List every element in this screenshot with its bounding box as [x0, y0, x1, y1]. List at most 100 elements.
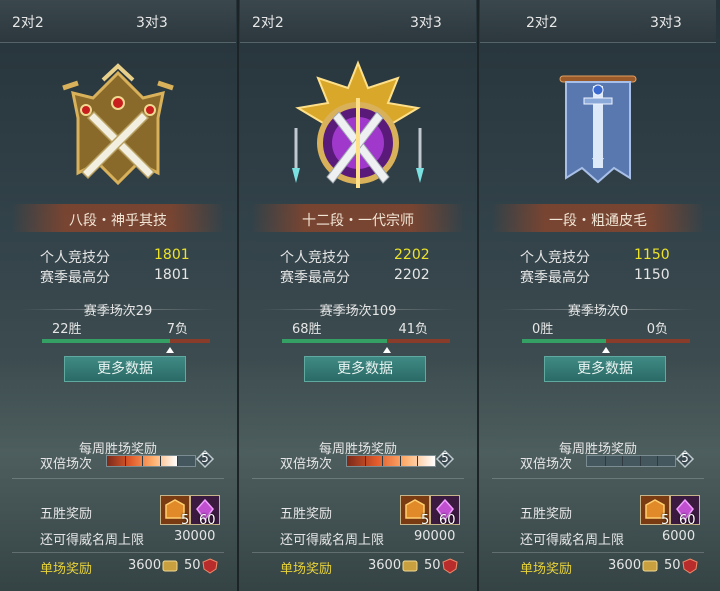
five-win-label: 五胜奖励: [520, 507, 573, 522]
score-label: 个人竞技分: [40, 250, 110, 266]
tab-3v3[interactable]: 3对3: [136, 12, 168, 32]
item2-count: 60: [199, 513, 216, 528]
losses-count: 41负: [398, 322, 428, 337]
coin-icon: [642, 560, 658, 572]
progress-segment-tick: [365, 456, 366, 466]
rank-name: 八段・神乎其技: [69, 213, 167, 229]
win-loss-bar: [42, 339, 210, 353]
progress-segment-tick: [177, 456, 178, 466]
progress-segment-tick: [417, 456, 418, 466]
rank-banner: 一段・粗通皮毛: [492, 204, 704, 232]
best-score-value: 1150: [634, 267, 670, 283]
weekly-cap-value: 6000: [662, 529, 696, 544]
double-progress-bar: [106, 455, 196, 467]
double-progress-bar: [586, 455, 676, 467]
item2-count: 60: [679, 513, 696, 528]
double-label: 双倍场次: [280, 457, 333, 472]
single-divider: [252, 552, 464, 553]
season-count: 赛季场次109: [319, 304, 397, 319]
progress-segment-tick: [657, 456, 658, 466]
more-data-button[interactable]: 更多数据: [304, 356, 426, 382]
single-reward-label: 单场奖励: [40, 562, 93, 577]
arena-panel-2v2-c: 2对2 3对3 一段・粗通皮毛 个人竞技分 1150 赛季最高分 1150 赛季…: [480, 0, 716, 591]
progress-segment-tick: [640, 456, 641, 466]
honor-shield-icon: [682, 558, 698, 574]
best-score-label: 赛季最高分: [40, 270, 110, 286]
single-honor-value: 50: [424, 558, 441, 573]
wins-count: 0胜: [532, 322, 554, 337]
arena-panel-2v2-a: 2对2 3对3 八段・神乎其技 个人竞技分 1801 赛季最高分 1801 赛季…: [0, 0, 236, 591]
double-max: 5: [681, 451, 689, 465]
panel-divider: [237, 0, 239, 591]
score-label: 个人竞技分: [280, 250, 350, 266]
double-max: 5: [201, 451, 209, 465]
progress-segment-tick: [400, 456, 401, 466]
item1-count: 5: [181, 513, 190, 528]
tab-2v2[interactable]: 2对2: [12, 12, 44, 32]
single-coin-value: 3600: [368, 558, 402, 573]
single-honor-value: 50: [664, 558, 681, 573]
progress-segment-tick: [382, 456, 383, 466]
double-max: 5: [441, 451, 449, 465]
arena-panel-2v2-b: 2对2 3对3 十二段・一代宗师 个人竞技分 2202 赛季最高分 2202 赛…: [240, 0, 476, 591]
progress-segment-tick: [160, 456, 161, 466]
win-marker-icon: [383, 347, 391, 353]
single-coin-value: 3600: [128, 558, 162, 573]
rank-name: 十二段・一代宗师: [302, 213, 414, 229]
wins-count: 68胜: [292, 322, 322, 337]
best-score-label: 赛季最高分: [280, 270, 350, 286]
more-data-button[interactable]: 更多数据: [544, 356, 666, 382]
item1-count: 5: [421, 513, 430, 528]
honor-shield-icon: [442, 558, 458, 574]
tab-2v2[interactable]: 2对2: [252, 12, 284, 32]
tab-2v2[interactable]: 2对2: [526, 12, 558, 32]
progress-segment-tick: [125, 456, 126, 466]
reward-divider: [492, 478, 704, 479]
item2-count: 60: [439, 513, 456, 528]
tab-3v3[interactable]: 3对3: [410, 12, 442, 32]
double-label: 双倍场次: [520, 457, 573, 472]
win-marker-icon: [166, 347, 174, 353]
reward-divider: [252, 478, 464, 479]
win-fill: [282, 339, 387, 343]
weekly-cap-label: 还可得威名周上限: [520, 533, 625, 548]
win-fill: [42, 339, 170, 343]
progress-segment-tick: [605, 456, 606, 466]
five-win-label: 五胜奖励: [280, 507, 333, 522]
losses-count: 0负: [646, 322, 668, 337]
single-reward-label: 单场奖励: [520, 562, 573, 577]
best-score-value: 2202: [394, 267, 430, 283]
weekly-cap-label: 还可得威名周上限: [40, 533, 145, 548]
rank-banner: 八段・神乎其技: [12, 204, 224, 232]
reward-divider: [12, 478, 224, 479]
mode-tabs: 2对2 3对3: [240, 0, 476, 43]
progress-segment-tick: [142, 456, 143, 466]
double-label: 双倍场次: [40, 457, 93, 472]
more-data-button[interactable]: 更多数据: [64, 356, 186, 382]
score-value: 2202: [394, 247, 430, 263]
double-progress-bar: [346, 455, 436, 467]
win-loss-bar: [282, 339, 450, 353]
single-coin-value: 3600: [608, 558, 642, 573]
score-value: 1150: [634, 247, 670, 263]
weekly-cap-label: 还可得威名周上限: [280, 533, 385, 548]
win-loss-bar: [522, 339, 690, 353]
best-score-label: 赛季最高分: [520, 270, 590, 286]
panel-divider: [477, 0, 479, 591]
weekly-cap-value: 90000: [414, 529, 456, 544]
blue-banner-sword-icon: [559, 75, 637, 184]
rank-banner: 十二段・一代宗师: [252, 204, 464, 232]
progress-segment-tick: [622, 456, 623, 466]
tab-3v3[interactable]: 3对3: [650, 12, 682, 32]
win-fill: [522, 339, 606, 343]
coin-icon: [402, 560, 418, 572]
mode-tabs: 2对2 3对3: [480, 0, 716, 43]
weekly-cap-value: 30000: [174, 529, 216, 544]
coin-icon: [162, 560, 178, 572]
single-divider: [492, 552, 704, 553]
item1-count: 5: [661, 513, 670, 528]
single-reward-label: 单场奖励: [280, 562, 333, 577]
single-honor-value: 50: [184, 558, 201, 573]
wins-count: 22胜: [52, 322, 82, 337]
losses-count: 7负: [166, 322, 188, 337]
